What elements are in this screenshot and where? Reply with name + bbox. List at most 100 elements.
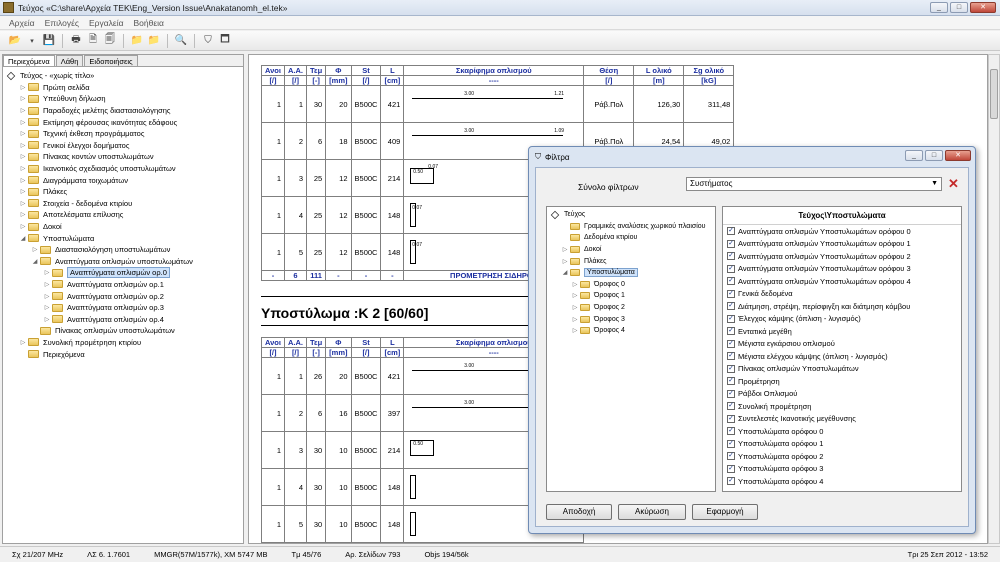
- checklist-item[interactable]: ✓ Γενικά δεδομένα: [723, 288, 961, 301]
- tree-node[interactable]: ▷ Αναπτύγματα οπλισμών ορ.0: [3, 267, 243, 279]
- tree-node[interactable]: ▷ Πίνακας κοντών υποστυλωμάτων: [3, 151, 243, 163]
- expand-icon[interactable]: ▷: [19, 130, 27, 138]
- tab-contents[interactable]: Περιεχόμενα: [3, 55, 55, 66]
- checkbox[interactable]: ✓: [727, 327, 735, 336]
- tree-node[interactable]: ▷ Διαστασιολόγηση υποστυλωμάτων: [3, 244, 243, 256]
- tree-node[interactable]: ▷ Τεχνική έκθεση προγράμματος: [3, 128, 243, 140]
- tree-node[interactable]: Γραμμικές αναλύσεις χωρικού πλαισίου: [547, 221, 715, 233]
- checklist-item[interactable]: ✓ Υποστυλώματα ορόφου 3: [723, 463, 961, 476]
- expand-icon[interactable]: ▷: [19, 83, 27, 91]
- expand-icon[interactable]: ▷: [561, 246, 569, 254]
- checkbox[interactable]: ✓: [727, 339, 735, 348]
- checkbox[interactable]: ✓: [727, 314, 735, 323]
- dialog-maximize-button[interactable]: □: [925, 150, 943, 161]
- checklist-item[interactable]: ✓ Υποστυλώματα ορόφου 4: [723, 475, 961, 488]
- tree-node[interactable]: Τεύχος - «χωρίς τίτλο»: [3, 70, 243, 82]
- tree-node[interactable]: ▷ Γενικοί έλεγχοι δομήματος: [3, 140, 243, 152]
- delete-filter-icon[interactable]: ✕: [948, 176, 959, 192]
- checklist-item[interactable]: ✓ Υποστυλώματα ορόφου 2: [723, 450, 961, 463]
- checklist-item[interactable]: ✓ Αναπτύγματα οπλισμών Υποστυλωμάτων ορόφ…: [723, 250, 961, 263]
- expand-icon[interactable]: ▷: [43, 292, 51, 300]
- minimize-button[interactable]: _: [930, 2, 948, 13]
- tree-node[interactable]: ▷ Αποτελέσματα επίλυσης: [3, 209, 243, 221]
- tree-node[interactable]: ◢ Υποστυλώματα: [547, 267, 715, 279]
- tree-node[interactable]: ▷ Όροφος 1: [547, 290, 715, 302]
- checklist-item[interactable]: ✓ Μέγιστα ελέγχου κάμψης (όπλιση - λυγισμ…: [723, 350, 961, 363]
- tree-node[interactable]: Περιεχόμενα: [3, 348, 243, 360]
- tree-node[interactable]: ▷ Πλάκες: [547, 255, 715, 267]
- checkbox[interactable]: ✓: [727, 427, 735, 436]
- menu-help[interactable]: Βοήθεια: [129, 18, 169, 28]
- expand-icon[interactable]: ▷: [19, 199, 27, 207]
- tab-notifications[interactable]: Ειδοποιήσεις: [84, 55, 138, 66]
- checkbox[interactable]: ✓: [727, 352, 735, 361]
- tree-node[interactable]: ▷ Όροφος 4: [547, 325, 715, 337]
- checklist-item[interactable]: ✓ Αναπτύγματα οπλισμών Υποστυλωμάτων ορόφ…: [723, 275, 961, 288]
- checklist-item[interactable]: ✓ Έλεγχος κάμψης (όπλιση - λυγισμός): [723, 313, 961, 326]
- tree-node[interactable]: ▷ Πλάκες: [3, 186, 243, 198]
- dialog-close-button[interactable]: ✕: [945, 150, 971, 161]
- menu-files[interactable]: Αρχεία: [4, 18, 40, 28]
- expand-icon[interactable]: ▷: [19, 153, 27, 161]
- expand-icon[interactable]: ▷: [561, 257, 569, 265]
- checkbox[interactable]: ✓: [727, 364, 735, 373]
- filter-icon[interactable]: ⛉: [201, 34, 215, 48]
- expand-icon[interactable]: ▷: [43, 280, 51, 288]
- checklist-item[interactable]: ✓ Αναπτύγματα οπλισμών Υποστυλωμάτων ορόφ…: [723, 238, 961, 251]
- expand-icon[interactable]: ▷: [19, 107, 27, 115]
- tree-node[interactable]: ▷ Όροφος 3: [547, 313, 715, 325]
- expand-icon[interactable]: ▷: [19, 141, 27, 149]
- tree-node[interactable]: ▷ Ικανοτικός σχεδιασμός υποστυλωμάτων: [3, 163, 243, 175]
- tree-node[interactable]: ▷ Υπεύθυνη δήλωση: [3, 93, 243, 105]
- checklist-item[interactable]: ✓ Υποστυλώματα ορόφου 1: [723, 438, 961, 451]
- maximize-button[interactable]: □: [950, 2, 968, 13]
- expand-icon[interactable]: ▷: [43, 304, 51, 312]
- tree-node[interactable]: ◢ Υποστυλώματα: [3, 232, 243, 244]
- expand-icon[interactable]: ▷: [43, 315, 51, 323]
- checkbox[interactable]: ✓: [727, 377, 735, 386]
- checklist-item[interactable]: ✓ Αναπτύγματα οπλισμών Υποστυλωμάτων ορόφ…: [723, 263, 961, 276]
- tree-node[interactable]: ▷ Στοιχεία - δεδομένα κτιρίου: [3, 198, 243, 210]
- collapse-icon[interactable]: ◢: [561, 269, 569, 277]
- checkbox[interactable]: ✓: [727, 302, 735, 311]
- expand-icon[interactable]: ▷: [19, 188, 27, 196]
- expand-icon[interactable]: ▷: [19, 165, 27, 173]
- tree-node[interactable]: ◢ Αναπτύγματα οπλισμών υποστυλωμάτων: [3, 256, 243, 268]
- checklist-item[interactable]: ✓ Συντελεστές Ικανοτικής μεγέθυνσης: [723, 413, 961, 426]
- tree-node[interactable]: ▷ Δοκοί: [3, 221, 243, 233]
- checklist-item[interactable]: ✓ Συνολική προμέτρηση: [723, 400, 961, 413]
- expand-icon[interactable]: ▷: [19, 95, 27, 103]
- ok-button[interactable]: Αποδοχή: [546, 504, 612, 520]
- menu-tools[interactable]: Εργαλεία: [84, 18, 129, 28]
- expand-icon[interactable]: ▷: [571, 304, 579, 312]
- menu-options[interactable]: Επιλογές: [40, 18, 84, 28]
- open-folder-icon[interactable]: 📂: [8, 34, 22, 48]
- expand-icon[interactable]: ▷: [19, 211, 27, 219]
- tree-node[interactable]: ▷ Όροφος 0: [547, 279, 715, 291]
- expand-icon[interactable]: ▷: [571, 292, 579, 300]
- tree-node[interactable]: ▷ Παραδοχές μελέτης διαστασιολόγησης: [3, 105, 243, 117]
- tab-errors[interactable]: Λάθη: [55, 55, 84, 66]
- checkbox[interactable]: ✓: [727, 452, 735, 461]
- checkbox[interactable]: ✓: [727, 264, 735, 273]
- checklist-item[interactable]: ✓ Πίνακας οπλισμών Υποστυλωμάτων: [723, 363, 961, 376]
- expand-icon[interactable]: ▷: [19, 223, 27, 231]
- expand-icon[interactable]: ▷: [43, 269, 51, 277]
- expand-icon[interactable]: ▷: [571, 280, 579, 288]
- checklist-item[interactable]: ✓ Διάτμηση, στρέψη, περίσφιγξη και διάτμη…: [723, 300, 961, 313]
- dialog-minimize-button[interactable]: _: [905, 150, 923, 161]
- checkbox[interactable]: ✓: [727, 439, 735, 448]
- checklist-item[interactable]: ✓ Υποστυλώματα ορόφου 0: [723, 425, 961, 438]
- apply-button[interactable]: Εφαρμογή: [692, 504, 758, 520]
- export-icon[interactable]: 📁: [130, 34, 144, 48]
- tree-node[interactable]: Τεύχος: [547, 209, 715, 221]
- expand-icon[interactable]: ▷: [571, 315, 579, 323]
- collapse-icon[interactable]: ◢: [19, 234, 27, 242]
- dropdown-arrow-icon[interactable]: ▾: [25, 34, 39, 48]
- checkbox[interactable]: ✓: [727, 289, 735, 298]
- checkbox[interactable]: ✓: [727, 414, 735, 423]
- checkbox[interactable]: ✓: [727, 227, 735, 236]
- expand-icon[interactable]: ▷: [19, 338, 27, 346]
- checkbox[interactable]: ✓: [727, 464, 735, 473]
- checklist-item[interactable]: ✓ Εντατικά μεγέθη: [723, 325, 961, 338]
